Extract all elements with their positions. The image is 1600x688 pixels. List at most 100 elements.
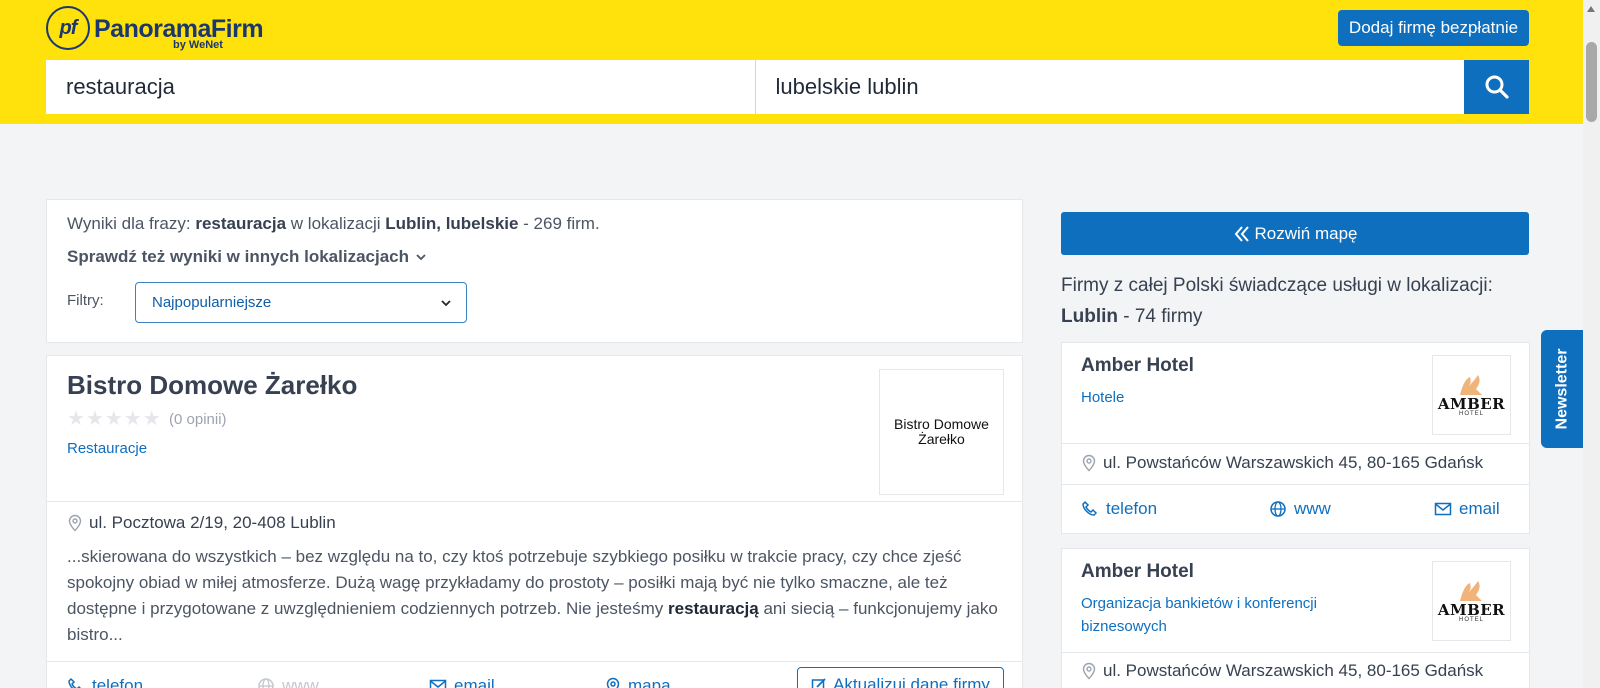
poland-wide-heading: Firmy z całej Polski świadczące usługi w… xyxy=(1061,270,1531,332)
company-name-link[interactable]: Bistro Domowe Żarełko xyxy=(67,370,357,401)
amber-horse-logo xyxy=(1459,375,1482,395)
side-company-name[interactable]: Amber Hotel xyxy=(1081,561,1194,583)
location-pin-icon xyxy=(1082,662,1096,680)
side-www-label: www xyxy=(1294,499,1331,518)
company-category-link[interactable]: Restauracje xyxy=(67,440,147,457)
globe-icon xyxy=(1270,501,1286,517)
amber-logo-word: AMBER xyxy=(1437,395,1506,413)
amber-logo-sub: HOTEL xyxy=(1458,617,1484,623)
site-header: pf PanoramaFirm by WeNet Dodaj firmę bez… xyxy=(0,0,1600,124)
side-company-logo[interactable]: AMBER HOTEL xyxy=(1432,561,1511,641)
panoramafirm-logo[interactable]: pf PanoramaFirm xyxy=(46,6,264,50)
add-company-button[interactable]: Dodaj firmę bezpłatnie xyxy=(1338,10,1529,46)
summary-prefix: Wyniki dla frazy: xyxy=(67,214,196,233)
location-pin-icon xyxy=(68,514,82,532)
double-chevron-left-icon xyxy=(1234,225,1249,242)
filters-label: Filtry: xyxy=(67,292,104,309)
sort-select[interactable]: Najpopularniejsze xyxy=(135,282,467,323)
company-logo[interactable]: Bistro Domowe Żarełko xyxy=(879,369,1004,495)
poland-wide-count: - 74 firmy xyxy=(1117,306,1203,327)
map-action[interactable]: mapa xyxy=(605,676,671,688)
divider xyxy=(47,501,1022,502)
location-pin-icon xyxy=(606,677,620,688)
phone-action[interactable]: telefon xyxy=(67,676,143,688)
side-www-action[interactable]: www xyxy=(1269,499,1331,519)
scrollbar-thumb[interactable] xyxy=(1586,42,1597,122)
other-locations-toggle[interactable]: Sprawdź też wyniki w innych lokalizacjac… xyxy=(67,247,427,267)
side-company-logo[interactable]: AMBER HOTEL xyxy=(1432,355,1511,435)
side-phone-label: telefon xyxy=(1106,499,1158,518)
phone-icon xyxy=(68,677,82,688)
side-phone-action[interactable]: telefon xyxy=(1081,499,1157,519)
map-label: mapa xyxy=(628,676,671,688)
amber-horse-logo xyxy=(1459,581,1482,601)
sort-select-value: Najpopularniejsze xyxy=(152,294,272,311)
www-label: www xyxy=(282,676,319,688)
divider xyxy=(1062,652,1529,653)
amber-logo-word: AMBER xyxy=(1437,601,1506,619)
newsletter-tab[interactable]: Newsletter xyxy=(1541,330,1583,448)
logo-by-wenet: by WeNet xyxy=(173,39,223,51)
side-company-address: ul. Powstańców Warszawskich 45, 80-165 G… xyxy=(1081,453,1483,473)
rating-stars[interactable]: ★ ★ ★ ★ ★ xyxy=(67,409,161,429)
company-address-text: ul. Pocztowa 2/19, 20-408 Lublin xyxy=(89,513,336,532)
envelope-icon xyxy=(429,679,447,688)
chevron-down-icon xyxy=(441,299,451,306)
search-button[interactable] xyxy=(1464,60,1529,114)
star-icon: ★ xyxy=(142,408,161,430)
star-icon: ★ xyxy=(85,408,104,430)
search-what-input[interactable]: restauracja xyxy=(46,60,756,114)
email-label: email xyxy=(454,676,495,688)
page-scrollbar[interactable] xyxy=(1583,0,1600,688)
search-icon xyxy=(1485,75,1509,99)
company-logo-line1: Bistro Domowe xyxy=(894,416,989,432)
scroll-up-arrow-icon[interactable] xyxy=(1587,6,1595,12)
www-action: www xyxy=(257,676,319,688)
side-company-address-text: ul. Powstańców Warszawskich 45, 80-165 G… xyxy=(1103,453,1484,472)
side-company-address-text: ul. Powstańców Warszawskich 45, 80-165 G… xyxy=(1103,661,1484,680)
phone-icon xyxy=(1082,500,1098,516)
chevron-down-icon xyxy=(416,254,426,261)
search-bar: restauracja lubelskie lublin xyxy=(46,60,1529,114)
side-company-card: Amber Hotel Organizacja bankietów i konf… xyxy=(1061,548,1530,688)
poland-wide-text: Firmy z całej Polski świadczące usługi w… xyxy=(1061,275,1493,296)
amber-logo-sub: HOTEL xyxy=(1458,411,1484,417)
results-summary: Wyniki dla frazy: restauracja w lokaliza… xyxy=(46,199,1023,343)
expand-map-label: Rozwiń mapę xyxy=(1254,223,1358,243)
side-company-name[interactable]: Amber Hotel xyxy=(1081,355,1194,377)
divider xyxy=(1062,484,1529,485)
edit-icon xyxy=(811,678,826,688)
update-company-label: Aktualizuj dane firmy xyxy=(833,675,990,688)
logo-mark: pf xyxy=(46,6,90,50)
star-icon: ★ xyxy=(104,408,123,430)
opinions-count[interactable]: (0 opinii) xyxy=(169,411,227,428)
other-locations-label: Sprawdź też wyniki w innych lokalizacjac… xyxy=(67,247,409,266)
side-company-address: ul. Powstańców Warszawskich 45, 80-165 G… xyxy=(1081,661,1483,681)
side-company-card: Amber Hotel Hotele AMBER HOTEL ul. Powst… xyxy=(1061,342,1530,534)
star-icon: ★ xyxy=(67,408,85,430)
email-action[interactable]: email xyxy=(429,676,495,688)
summary-middle: w lokalizacji xyxy=(286,214,386,233)
divider xyxy=(47,661,1022,662)
poland-wide-location: Lublin xyxy=(1061,306,1118,327)
side-email-action[interactable]: email xyxy=(1434,499,1500,519)
side-company-category[interactable]: Hotele xyxy=(1081,386,1351,409)
search-where-input[interactable]: lubelskie lublin xyxy=(756,60,1465,114)
summary-location: Lublin, lubelskie xyxy=(385,214,519,233)
summary-count: - 269 firm. xyxy=(518,214,600,233)
results-summary-text: Wyniki dla frazy: restauracja w lokaliza… xyxy=(67,214,600,234)
side-email-label: email xyxy=(1459,499,1500,518)
company-description: ...skierowana do wszystkich – bez względ… xyxy=(67,544,1007,648)
envelope-icon xyxy=(1434,502,1452,516)
company-address: ul. Pocztowa 2/19, 20-408 Lublin xyxy=(67,513,336,533)
expand-map-button[interactable]: Rozwiń mapę xyxy=(1061,212,1529,255)
divider xyxy=(1062,443,1529,444)
side-company-category[interactable]: Organizacja bankietów i konferencji bizn… xyxy=(1081,592,1351,638)
description-highlight: restauracją xyxy=(668,599,759,618)
newsletter-label: Newsletter xyxy=(1553,348,1571,430)
star-icon: ★ xyxy=(123,408,142,430)
summary-phrase: restauracja xyxy=(195,214,287,233)
company-listing-card: Bistro Domowe Żarełko ★ ★ ★ ★ ★ (0 opini… xyxy=(46,355,1023,688)
update-company-button[interactable]: Aktualizuj dane firmy xyxy=(797,667,1004,688)
globe-icon xyxy=(258,678,274,688)
